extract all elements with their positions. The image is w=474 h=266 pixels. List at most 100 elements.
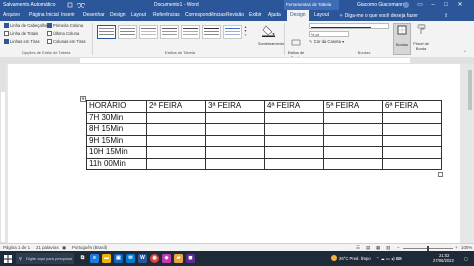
weather-icon[interactable] (331, 255, 337, 261)
pen-style-dropdown[interactable] (309, 23, 389, 29)
table-cell[interactable] (323, 157, 383, 170)
app-icon[interactable]: ◼ (186, 254, 195, 263)
notifications-icon[interactable]: ▢ (464, 256, 468, 261)
shading-button[interactable]: Sombreamento (258, 23, 284, 49)
zoom-slider-thumb[interactable] (427, 245, 429, 251)
clock-date[interactable]: 27/06/2022 (433, 258, 454, 263)
gallery-scroll-icon[interactable]: ▴ ▾ ▿ (243, 25, 248, 37)
table-style-accent[interactable] (223, 25, 242, 39)
chrome-icon[interactable]: ◉ (150, 254, 159, 263)
table-header-cell[interactable]: 3ª FEIRA (205, 100, 265, 113)
banded-rows-checkbox[interactable]: Linhas em Tiras (4, 39, 40, 45)
table-cell[interactable] (323, 134, 383, 147)
ribbon-display-icon[interactable]: ▭ (414, 0, 426, 10)
table-cell[interactable] (264, 146, 324, 159)
table-cell[interactable] (382, 123, 442, 136)
table-cell[interactable] (323, 111, 383, 124)
tab-exibir[interactable]: Exibir (249, 10, 262, 21)
collapse-ribbon-icon[interactable]: ⌃ (463, 50, 467, 56)
table-header-cell[interactable]: 5ª FEIRA (323, 100, 383, 113)
vertical-scrollbar[interactable] (466, 64, 474, 243)
table-cell[interactable] (382, 146, 442, 159)
table-style-medium[interactable] (202, 25, 221, 39)
tell-me-search[interactable]: ✧ Diga-me o que você deseja fazer (339, 12, 418, 20)
time-cell[interactable]: 8H 15Min (86, 123, 147, 136)
clock-time[interactable]: 21:02 (439, 253, 449, 258)
table-style-grid[interactable] (97, 25, 116, 39)
borders-button[interactable]: Bordas (393, 23, 411, 55)
tab-revisao[interactable]: Revisão (226, 10, 244, 21)
table-cell[interactable] (264, 111, 324, 124)
table-cell[interactable] (205, 134, 265, 147)
table-cell[interactable] (205, 157, 265, 170)
table-style-list[interactable] (181, 25, 200, 39)
table-cell[interactable] (382, 157, 442, 170)
file-explorer-icon[interactable]: ▬ (102, 254, 111, 263)
table-style-plain[interactable] (118, 25, 137, 39)
table-cell[interactable] (146, 123, 206, 136)
table-cell[interactable] (205, 111, 265, 124)
table-cell[interactable] (382, 111, 442, 124)
tab-pagina-inicial[interactable]: Página Inicial (29, 10, 59, 21)
store-icon[interactable]: ▣ (114, 254, 123, 263)
weather-text[interactable]: 26°C Pred. limpo (339, 256, 371, 261)
edge-icon[interactable]: e (90, 254, 99, 263)
photos-icon[interactable]: ◆ (162, 254, 171, 263)
quick-access-save-undo-icon[interactable] (66, 0, 96, 10)
share-button[interactable]: ⇪ Compartilhar (444, 12, 470, 26)
schedule-table[interactable]: HORÁRIO 2ª FEIRA 3ª FEIRA 4ª FEIRA 5ª FE… (86, 100, 442, 170)
tray-icons[interactable]: ⌃ ☁ ▭ ◂) ⌨ (376, 256, 402, 261)
word-icon[interactable]: W (138, 254, 147, 263)
table-cell[interactable] (205, 146, 265, 159)
header-row-checkbox[interactable]: Linha de Cabeçalho (4, 23, 47, 29)
close-icon[interactable]: ✕ (454, 0, 466, 10)
table-header-cell[interactable]: 4ª FEIRA (264, 100, 324, 113)
tab-referencias[interactable]: Referências (153, 10, 180, 21)
table-style-banded[interactable] (160, 25, 179, 39)
table-header-cell[interactable]: 2ª FEIRA (146, 100, 206, 113)
border-painter-button[interactable]: Pincel de Borda (411, 23, 431, 53)
tab-layout[interactable]: Layout (131, 10, 146, 21)
mail-icon[interactable]: ✉ (126, 254, 135, 263)
tab-design[interactable]: Design (110, 10, 126, 21)
table-cell[interactable] (146, 146, 206, 159)
windows-icon[interactable] (4, 255, 12, 263)
last-column-checkbox[interactable]: Última Coluna (47, 31, 79, 37)
scrollbar-thumb[interactable] (468, 70, 472, 110)
table-header-cell[interactable]: 6ª FEIRA (382, 100, 442, 113)
table-cell[interactable] (146, 157, 206, 170)
tab-table-layout[interactable]: Layout (314, 10, 329, 21)
pen-weight-dropdown[interactable]: ½ pt (309, 31, 349, 37)
total-row-checkbox[interactable]: Linha de Totais (4, 31, 38, 37)
table-header-cell[interactable]: HORÁRIO (86, 100, 147, 113)
border-styles-button[interactable]: Estilos de Borda (287, 33, 305, 60)
first-column-checkbox[interactable]: Primeira Coluna (47, 23, 83, 29)
time-cell[interactable]: 7H 30Min (86, 111, 147, 124)
table-resize-handle[interactable] (438, 172, 443, 177)
time-cell[interactable]: 11h 00Min (86, 157, 147, 170)
tab-inserir[interactable]: Inserir (61, 10, 75, 21)
table-cell[interactable] (264, 157, 324, 170)
task-view-icon[interactable]: ⧉ (78, 254, 87, 263)
table-cell[interactable] (264, 134, 324, 147)
tab-arquivo[interactable]: Arquivo (3, 10, 20, 21)
maximize-icon[interactable]: □ (440, 0, 452, 10)
avatar[interactable] (403, 2, 409, 8)
table-cell[interactable] (382, 134, 442, 147)
minimize-icon[interactable]: – (427, 0, 439, 10)
pen-color-button[interactable]: ✎ Cor da Caneta ▾ (309, 39, 344, 45)
time-cell[interactable]: 9H 15Min (86, 134, 147, 147)
time-cell[interactable]: 10H 15Min (86, 146, 147, 159)
tab-table-design[interactable]: Design (287, 10, 309, 21)
table-cell[interactable] (146, 134, 206, 147)
table-cell[interactable] (323, 146, 383, 159)
table-cell[interactable] (264, 123, 324, 136)
tab-desenhar[interactable]: Desenhar (83, 10, 105, 21)
table-cell[interactable] (205, 123, 265, 136)
user-name[interactable]: Giacomo Giacomann (357, 0, 404, 10)
table-cell[interactable] (323, 123, 383, 136)
folder-icon[interactable]: ▰ (174, 254, 183, 263)
taskbar-search[interactable]: ⚲ Digite aqui para pesquisar (16, 253, 74, 264)
tab-ajuda[interactable]: Ajuda (268, 10, 281, 21)
tab-correspondencias[interactable]: Correspondências (185, 10, 226, 21)
